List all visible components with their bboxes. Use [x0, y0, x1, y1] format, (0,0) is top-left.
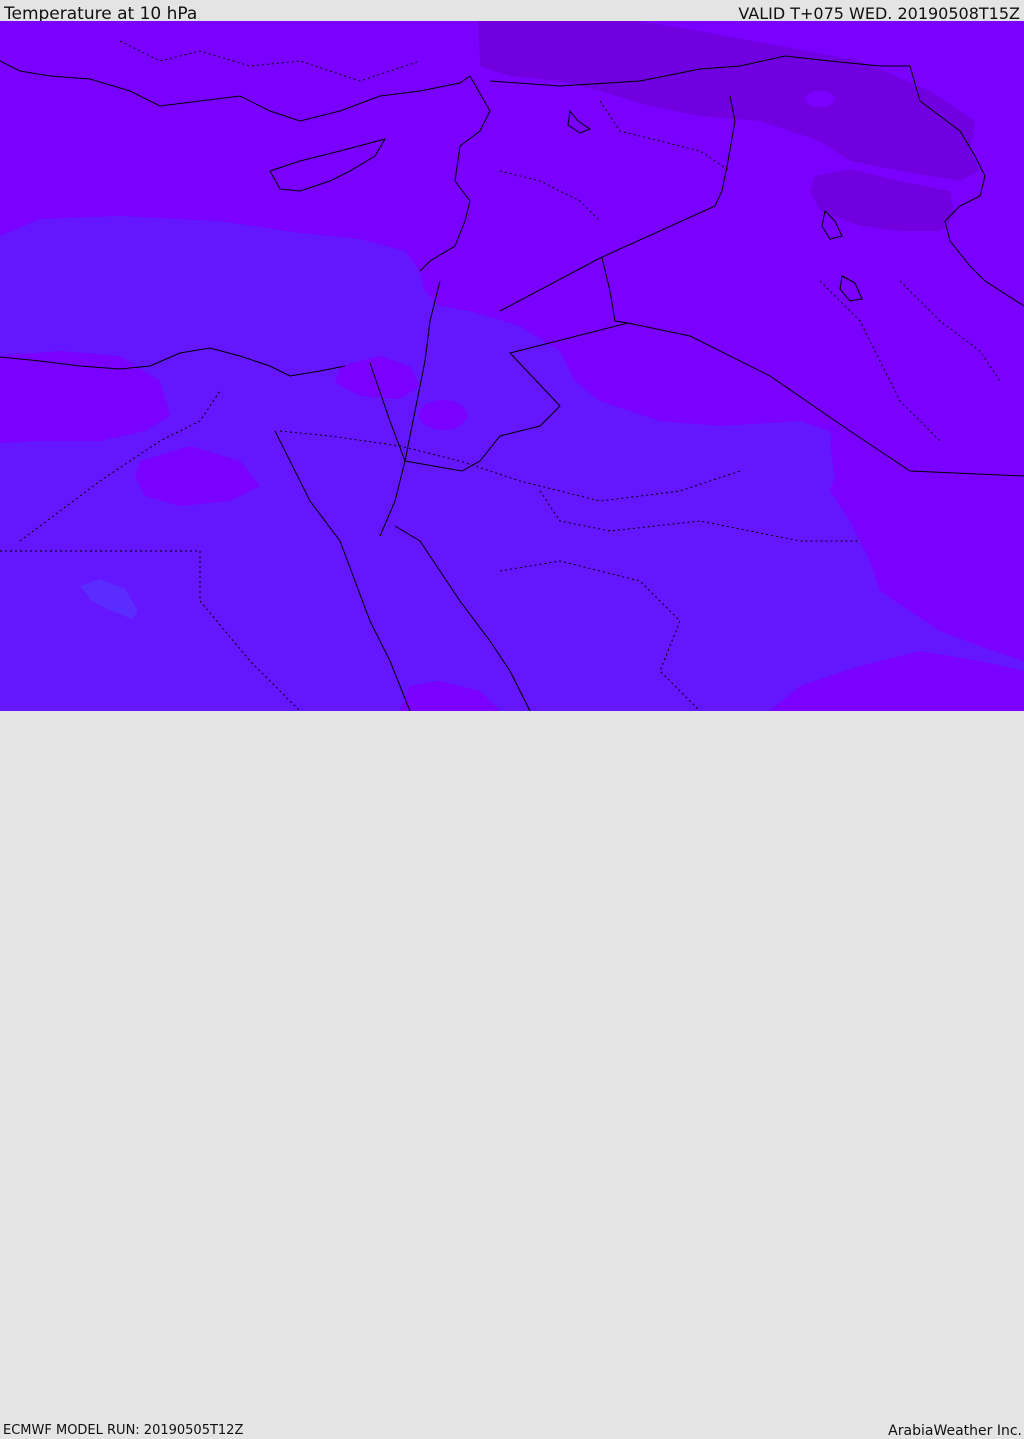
credit-label: ArabiaWeather Inc.	[888, 1423, 1022, 1439]
warm-pocket-jordan	[419, 400, 467, 430]
header-bar: Temperature at 10 hPa VALID T+075 WED. 2…	[0, 0, 1024, 24]
model-run: ECMWF MODEL RUN: 20190505T12Z	[3, 1423, 244, 1438]
footer-bar: ECMWF MODEL RUN: 20190505T12Z ArabiaWeat…	[0, 711, 1024, 1439]
warm-spot	[805, 91, 835, 107]
weather-map[interactable]	[0, 21, 1024, 711]
map-svg	[0, 21, 1024, 711]
